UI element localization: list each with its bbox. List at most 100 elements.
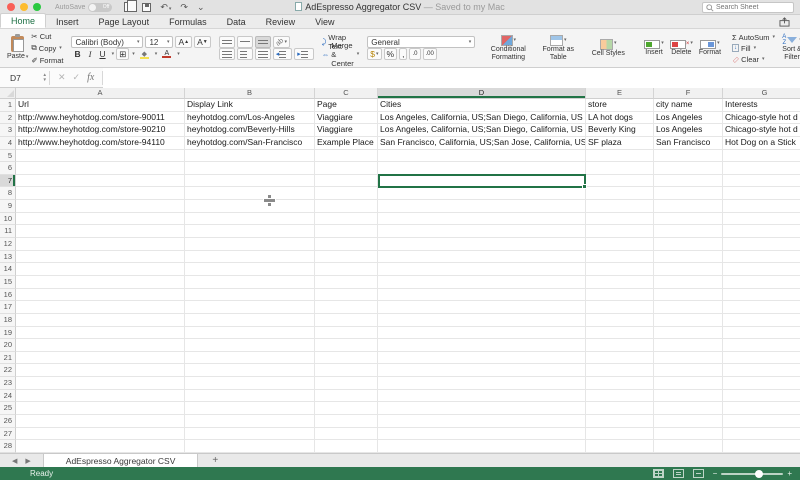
comma-style-button[interactable]: , bbox=[399, 48, 407, 60]
cell-G13[interactable] bbox=[723, 251, 800, 264]
cell-D9[interactable] bbox=[378, 200, 586, 213]
row-header-3[interactable]: 3 bbox=[0, 124, 16, 137]
cell-G11[interactable] bbox=[723, 225, 800, 238]
cell-D27[interactable] bbox=[378, 428, 586, 441]
percent-button[interactable]: % bbox=[384, 48, 398, 60]
orientation-button[interactable]: ab▾ bbox=[273, 36, 290, 48]
cell-F8[interactable] bbox=[654, 187, 723, 200]
clear-button[interactable]: ▭Clear▾ bbox=[732, 54, 775, 64]
cell-C28[interactable] bbox=[315, 440, 378, 453]
cells-area[interactable]: UrlDisplay LinkPageCitiesstorecity nameI… bbox=[16, 99, 800, 453]
customize-toolbar-icon[interactable]: ⌄ bbox=[197, 2, 205, 13]
add-sheet-button[interactable]: + bbox=[198, 454, 232, 467]
cell-D28[interactable] bbox=[378, 440, 586, 453]
align-top-button[interactable] bbox=[219, 36, 235, 48]
cell-C15[interactable] bbox=[315, 276, 378, 289]
cell-F15[interactable] bbox=[654, 276, 723, 289]
row-header-28[interactable]: 28 bbox=[0, 440, 16, 453]
cell-C19[interactable] bbox=[315, 327, 378, 340]
zoom-slider-knob[interactable] bbox=[755, 470, 763, 478]
conditional-formatting-button[interactable]: ▾ Conditional Formatting bbox=[483, 34, 533, 62]
format-painter-button[interactable]: ✐Format bbox=[31, 55, 63, 66]
cell-A13[interactable] bbox=[16, 251, 185, 264]
cell-A10[interactable] bbox=[16, 213, 185, 226]
cell-E2[interactable]: LA hot dogs bbox=[586, 112, 654, 125]
cell-G14[interactable] bbox=[723, 263, 800, 276]
decrease-decimal-button[interactable]: .00 bbox=[423, 48, 437, 60]
cell-A2[interactable]: http://www.heyhotdog.com/store-90011 bbox=[16, 112, 185, 125]
cell-F24[interactable] bbox=[654, 390, 723, 403]
zoom-window-button[interactable] bbox=[33, 3, 41, 11]
cell-C6[interactable] bbox=[315, 162, 378, 175]
cell-B28[interactable] bbox=[185, 440, 315, 453]
align-right-button[interactable] bbox=[255, 48, 271, 60]
cell-E28[interactable] bbox=[586, 440, 654, 453]
cell-F9[interactable] bbox=[654, 200, 723, 213]
selected-cell-outline[interactable] bbox=[378, 174, 586, 188]
underline-button[interactable]: U bbox=[96, 48, 108, 60]
row-header-2[interactable]: 2 bbox=[0, 112, 16, 125]
cell-F2[interactable]: Los Angeles bbox=[654, 112, 723, 125]
row-header-22[interactable]: 22 bbox=[0, 364, 16, 377]
cell-C23[interactable] bbox=[315, 377, 378, 390]
cell-A17[interactable] bbox=[16, 301, 185, 314]
cell-C21[interactable] bbox=[315, 352, 378, 365]
cell-A16[interactable] bbox=[16, 289, 185, 302]
share-icon[interactable] bbox=[779, 17, 790, 27]
cell-C4[interactable]: Example Place bbox=[315, 137, 378, 150]
cell-D21[interactable] bbox=[378, 352, 586, 365]
cell-F5[interactable] bbox=[654, 150, 723, 163]
cell-C22[interactable] bbox=[315, 364, 378, 377]
zoom-out-button[interactable]: − bbox=[713, 469, 718, 478]
tab-data[interactable]: Data bbox=[217, 15, 256, 28]
cell-D24[interactable] bbox=[378, 390, 586, 403]
cell-B27[interactable] bbox=[185, 428, 315, 441]
cell-G16[interactable] bbox=[723, 289, 800, 302]
fill-color-button[interactable]: ◆ bbox=[137, 48, 152, 60]
cell-E20[interactable] bbox=[586, 339, 654, 352]
cell-D13[interactable] bbox=[378, 251, 586, 264]
cell-A3[interactable]: http://www.heyhotdog.com/store-90210 bbox=[16, 124, 185, 137]
row-header-1[interactable]: 1 bbox=[0, 99, 16, 112]
cell-A7[interactable] bbox=[16, 175, 185, 188]
cell-G9[interactable] bbox=[723, 200, 800, 213]
formula-input[interactable] bbox=[103, 68, 800, 88]
cell-B10[interactable] bbox=[185, 213, 315, 226]
page-break-view-button[interactable] bbox=[693, 469, 704, 478]
cell-B2[interactable]: heyhotdog.com/Los-Angeles bbox=[185, 112, 315, 125]
cell-G8[interactable] bbox=[723, 187, 800, 200]
cell-D25[interactable] bbox=[378, 402, 586, 415]
align-middle-button[interactable] bbox=[237, 36, 253, 48]
fill-color-dropdown-icon[interactable]: ▾ bbox=[155, 51, 158, 57]
cell-B9[interactable] bbox=[185, 200, 315, 213]
cell-C14[interactable] bbox=[315, 263, 378, 276]
row-header-8[interactable]: 8 bbox=[0, 187, 16, 200]
decrease-font-button[interactable]: A▼ bbox=[194, 36, 211, 48]
cell-F16[interactable] bbox=[654, 289, 723, 302]
cell-B18[interactable] bbox=[185, 314, 315, 327]
font-color-button[interactable]: A bbox=[159, 48, 174, 60]
cell-B25[interactable] bbox=[185, 402, 315, 415]
cell-D20[interactable] bbox=[378, 339, 586, 352]
cell-D22[interactable] bbox=[378, 364, 586, 377]
cell-F6[interactable] bbox=[654, 162, 723, 175]
enter-icon[interactable]: ✓ bbox=[73, 72, 81, 83]
cell-B19[interactable] bbox=[185, 327, 315, 340]
cell-C24[interactable] bbox=[315, 390, 378, 403]
cell-C11[interactable] bbox=[315, 225, 378, 238]
font-color-dropdown-icon[interactable]: ▾ bbox=[177, 51, 180, 57]
cell-A18[interactable] bbox=[16, 314, 185, 327]
select-all-corner[interactable] bbox=[0, 88, 16, 99]
insert-function-icon[interactable]: fx bbox=[87, 72, 94, 83]
cell-A14[interactable] bbox=[16, 263, 185, 276]
increase-indent-button[interactable]: ▸ bbox=[294, 48, 314, 60]
save-icon[interactable] bbox=[142, 3, 151, 12]
borders-button[interactable]: ⊞ bbox=[116, 48, 129, 60]
cell-E21[interactable] bbox=[586, 352, 654, 365]
cell-G23[interactable] bbox=[723, 377, 800, 390]
tab-page-layout[interactable]: Page Layout bbox=[89, 15, 160, 28]
cell-A22[interactable] bbox=[16, 364, 185, 377]
cell-B17[interactable] bbox=[185, 301, 315, 314]
search-input[interactable] bbox=[716, 4, 786, 11]
italic-button[interactable]: I bbox=[86, 48, 95, 60]
